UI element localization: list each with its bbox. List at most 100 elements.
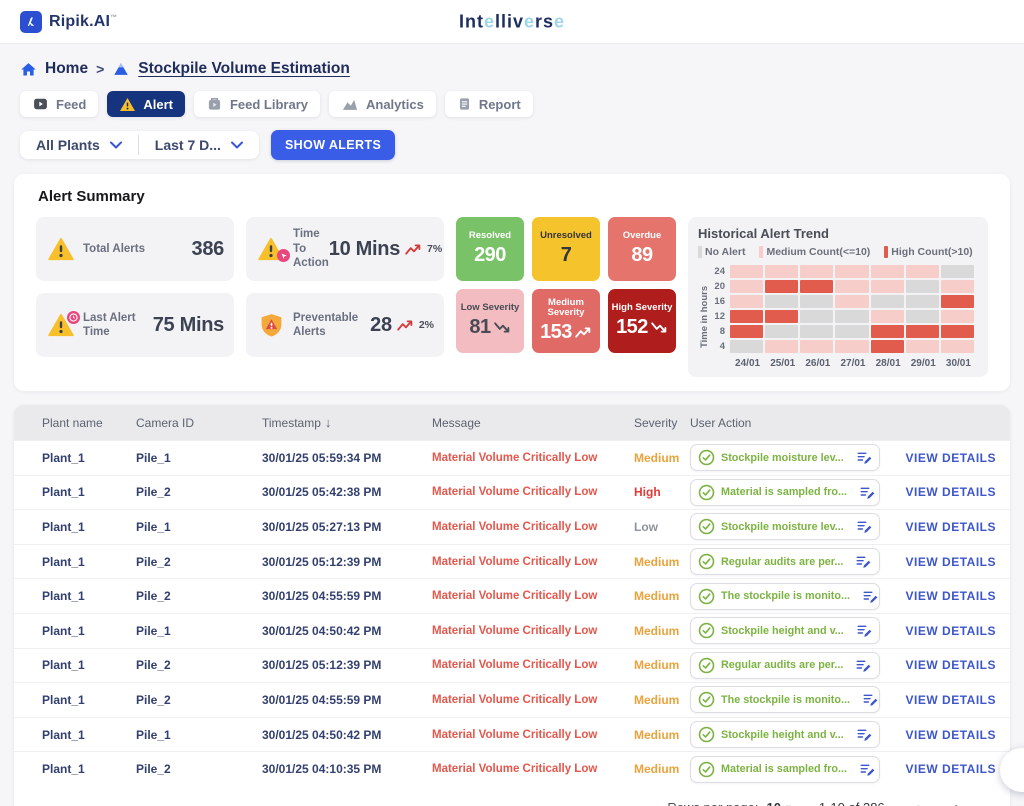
x-tick: 28/01: [875, 358, 901, 369]
status-card-resolved: Resolved 290: [456, 217, 524, 281]
view-details-link[interactable]: VIEW DETAILS: [886, 658, 996, 672]
check-circle-icon: [698, 484, 715, 501]
user-action-dropdown[interactable]: Material is sampled fro...: [690, 755, 880, 783]
edit-list-icon[interactable]: [856, 623, 873, 638]
heatmap-row: 16: [712, 295, 976, 308]
user-action-dropdown[interactable]: Stockpile height and v...: [690, 617, 880, 645]
heatmap-cell: [870, 310, 904, 323]
view-details-link[interactable]: VIEW DETAILS: [886, 693, 996, 707]
sort-descending-icon[interactable]: ↓: [325, 415, 332, 430]
user-action-dropdown[interactable]: Regular audits are per...: [690, 548, 880, 576]
status-label: High Severity: [611, 301, 673, 313]
ripik-logo[interactable]: Ripik.AI™: [20, 10, 117, 33]
table-row: Plant_1 Pile_2 30/01/25 05:42:38 PM Mate…: [14, 474, 1010, 510]
edit-list-icon[interactable]: [856, 450, 873, 465]
col-camera-id: Camera ID: [136, 415, 195, 430]
user-action-dropdown[interactable]: Material is sampled fro...: [690, 478, 880, 506]
view-details-link[interactable]: VIEW DETAILS: [886, 762, 996, 776]
click-badge-icon: [277, 249, 290, 262]
col-message: Message: [432, 415, 481, 430]
breadcrumb-home[interactable]: Home: [45, 60, 88, 78]
cell-severity: Low: [634, 519, 658, 534]
table-row: Plant_1 Pile_1 30/01/25 04:50:42 PM Mate…: [14, 716, 1010, 752]
cell-timestamp: 30/01/25 05:42:38 PM: [262, 485, 382, 500]
heatmap-legend: No Alert Medium Count(<=10) High Count(>10…: [698, 246, 976, 258]
status-card-high-severity: High Severity 152: [608, 289, 676, 353]
rows-per-page-select[interactable]: 10 ▼: [766, 800, 792, 806]
breadcrumb-page[interactable]: Stockpile Volume Estimation: [138, 60, 350, 78]
user-action-dropdown[interactable]: The stockpile is monito...: [690, 582, 880, 610]
edit-list-icon[interactable]: [855, 554, 872, 569]
cell-plant-name: Plant_1: [42, 554, 85, 569]
cell-camera-id: Pile_1: [136, 623, 171, 638]
cell-timestamp: 30/01/25 05:12:39 PM: [262, 658, 382, 673]
tab-bar: Feed Alert Feed Library Analytics Report: [20, 91, 1010, 117]
alert-summary-panel: Alert Summary Total Alerts 386 Time To A…: [14, 174, 1010, 391]
legend-swatch: [698, 246, 702, 258]
cell-message: Material Volume Critically Low: [432, 520, 598, 533]
cell-plant-name: Plant_1: [42, 623, 85, 638]
show-alerts-button[interactable]: SHOW ALERTS: [270, 130, 396, 160]
tab-analytics[interactable]: Analytics: [329, 91, 436, 117]
user-action-dropdown[interactable]: Stockpile height and v...: [690, 721, 880, 749]
edit-list-icon[interactable]: [862, 692, 879, 707]
check-circle-icon: [698, 726, 715, 743]
next-page-button[interactable]: ›: [950, 798, 964, 806]
cell-timestamp: 30/01/25 05:12:39 PM: [262, 554, 382, 569]
view-details-link[interactable]: VIEW DETAILS: [886, 485, 996, 499]
filter-group: All Plants Last 7 D...: [20, 131, 259, 159]
user-action-dropdown[interactable]: Stockpile moisture lev...: [690, 513, 880, 541]
tab-feed[interactable]: Feed: [20, 91, 99, 117]
report-icon: [457, 96, 472, 112]
user-action-dropdown[interactable]: Stockpile moisture lev...: [690, 444, 880, 472]
view-details-link[interactable]: VIEW DETAILS: [886, 520, 996, 534]
tab-label: Report: [478, 96, 521, 112]
plant-filter-dropdown[interactable]: All Plants: [20, 131, 138, 159]
check-circle-icon: [698, 657, 715, 674]
check-circle-icon: [698, 622, 715, 639]
heatmap-cell: [765, 310, 799, 323]
status-card-overdue: Overdue 89: [608, 217, 676, 281]
heatmap-grid: 24 20 16 12 8 4 24/01 25/01 26/01 27/01 28/01 29/01…: [712, 265, 976, 369]
x-tick: 25/01: [770, 358, 796, 369]
heatmap-y-axis-label: Time in hours: [699, 285, 710, 349]
check-circle-icon: [698, 449, 715, 466]
table-row: Plant_1 Pile_1 30/01/25 05:27:13 PM Mate…: [14, 509, 1010, 544]
view-details-link[interactable]: VIEW DETAILS: [886, 728, 996, 742]
edit-list-icon[interactable]: [856, 727, 873, 742]
status-card-medium-severity: Medium Severity 153: [532, 289, 600, 353]
view-details-link[interactable]: VIEW DETAILS: [886, 451, 996, 465]
status-value: 290: [474, 244, 506, 267]
tab-feed-library[interactable]: Feed Library: [193, 91, 320, 117]
status-card-unresolved: Unresolved 7: [532, 217, 600, 281]
cell-camera-id: Pile_2: [136, 554, 171, 569]
heatmap-cell: [940, 310, 974, 323]
view-details-link[interactable]: VIEW DETAILS: [886, 624, 996, 638]
user-action-dropdown[interactable]: Regular audits are per...: [690, 651, 880, 679]
heatmap-cell: [765, 265, 799, 278]
edit-list-icon[interactable]: [856, 519, 873, 534]
heatmap-cell: [835, 280, 869, 293]
y-tick: 8: [719, 326, 725, 337]
trend-percent: 7%: [427, 243, 443, 255]
cell-plant-name: Plant_1: [42, 589, 85, 604]
date-range-dropdown[interactable]: Last 7 D...: [139, 131, 259, 159]
alerts-table: Plant name Camera ID Timestamp ↓ Message…: [14, 405, 1010, 806]
user-action-dropdown[interactable]: The stockpile is monito...: [690, 686, 880, 714]
edit-list-icon[interactable]: [862, 589, 879, 604]
home-icon[interactable]: [20, 61, 37, 78]
edit-list-icon[interactable]: [855, 658, 872, 673]
user-action-text: Stockpile moisture lev...: [721, 451, 844, 464]
view-details-link[interactable]: VIEW DETAILS: [886, 589, 996, 603]
view-details-link[interactable]: VIEW DETAILS: [886, 555, 996, 569]
cell-message: Material Volume Critically Low: [432, 693, 598, 706]
edit-list-icon[interactable]: [859, 762, 876, 777]
cell-plant-name: Plant_1: [42, 658, 85, 673]
edit-list-icon[interactable]: [859, 485, 876, 500]
tab-label: Analytics: [366, 96, 424, 112]
previous-page-button[interactable]: ‹: [911, 798, 925, 806]
heatmap-row: 8: [712, 325, 976, 338]
heatmap-cell: [905, 310, 939, 323]
tab-alert[interactable]: Alert: [107, 91, 185, 117]
tab-report[interactable]: Report: [444, 91, 533, 117]
